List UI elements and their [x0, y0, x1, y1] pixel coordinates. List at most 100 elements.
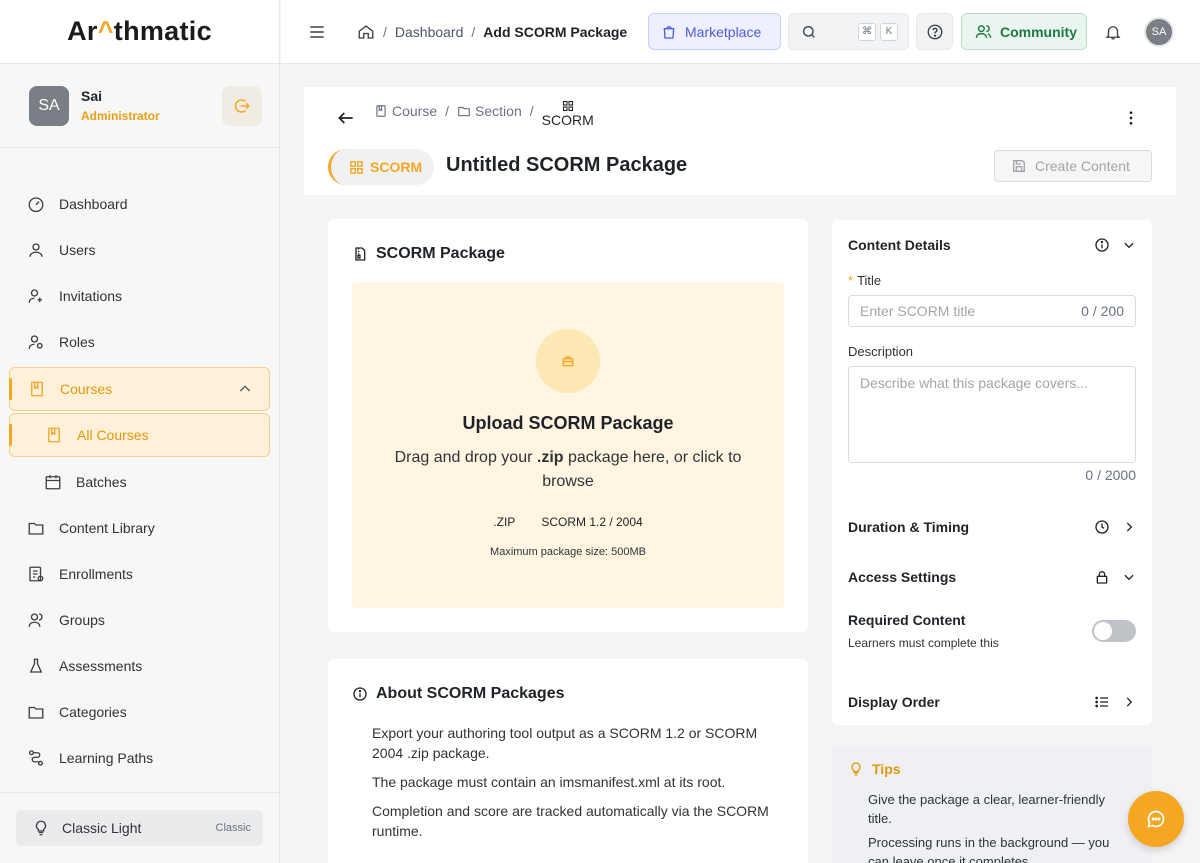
content-header: Course / Section / SCORM SCORM Untitled … [304, 87, 1176, 195]
content-breadcrumb: Course / Section / SCORM [374, 100, 594, 128]
duration-timing-title: Duration & Timing [848, 519, 970, 535]
search-button[interactable]: ⌘ K [788, 13, 909, 50]
about-card-title: About SCORM Packages [352, 685, 564, 703]
display-order-header[interactable]: Display Order [848, 691, 1136, 713]
book-icon [48, 427, 60, 443]
access-settings-header[interactable]: Access Settings [848, 566, 1136, 588]
sidebar-item-dashboard[interactable]: Dashboard [0, 181, 279, 227]
breadcrumb: / Dashboard / Add SCORM Package [357, 23, 627, 41]
sidebar-item-content-library[interactable]: Content Library [0, 505, 279, 551]
sidebar-nav: Dashboard Users Invitations Roles Course… [0, 181, 279, 781]
access-settings-title: Access Settings [848, 569, 957, 585]
back-arrow-icon[interactable] [336, 108, 356, 128]
marketplace-button[interactable]: Marketplace [648, 13, 781, 50]
sidebar-item-label: Content Library [59, 520, 155, 536]
theme-tag: Classic [215, 822, 251, 834]
description-char-count: 0 / 2000 [1085, 467, 1136, 483]
file-zip-icon [355, 247, 366, 261]
user-name: Sai [81, 88, 103, 104]
help-icon [927, 24, 942, 39]
upload-card-title-text: SCORM Package [376, 245, 505, 262]
search-icon [803, 25, 815, 38]
sidebar-item-users[interactable]: Users [0, 227, 279, 273]
sidebar-item-assessments[interactable]: Assessments [0, 643, 279, 689]
topbar: / Dashboard / Add SCORM Package Marketpl… [281, 0, 1200, 64]
sidebar-item-invitations[interactable]: Invitations [0, 273, 279, 319]
bell-icon[interactable] [1104, 23, 1122, 41]
flask-icon [29, 658, 43, 673]
sidebar-item-label: All Courses [77, 427, 149, 443]
lightbulb-icon [851, 762, 861, 776]
sidebar-item-courses[interactable]: Courses [9, 367, 270, 411]
list-item: Completion and score are tracked automat… [372, 803, 769, 839]
required-content-toggle[interactable] [1092, 620, 1136, 642]
theme-label: Classic Light [62, 820, 142, 836]
content-type-pill: SCORM [328, 149, 434, 185]
app-logo[interactable]: Ar ^ thmatic [0, 0, 279, 64]
chevron-right-icon [1126, 697, 1133, 707]
sidebar-item-label: Assessments [59, 658, 143, 674]
sidebar-item-categories[interactable]: Categories [0, 689, 279, 735]
sidebar-item-enrollments[interactable]: Enrollments [0, 551, 279, 597]
content-details-header[interactable]: Content Details [848, 234, 1136, 256]
more-options-icon[interactable] [1122, 109, 1140, 127]
theme-switcher[interactable]: Classic Light Classic [16, 810, 263, 846]
help-button[interactable] [916, 13, 953, 50]
invite-icon [28, 289, 42, 303]
sidebar-item-label: Users [59, 242, 96, 258]
user-info: Sai Administrator [81, 88, 222, 123]
sidebar-item-label: Categories [59, 704, 127, 720]
roles-icon [28, 335, 43, 349]
required-marker: * [848, 273, 854, 288]
about-list: Export your authoring tool output as a S… [372, 723, 792, 850]
enrollment-icon [29, 566, 44, 582]
calendar-icon [45, 475, 61, 490]
crumb-scorm: SCORM [542, 100, 594, 128]
sidebar-item-learning-paths[interactable]: Learning Paths [0, 735, 279, 781]
duration-timing-header[interactable]: Duration & Timing [848, 516, 1136, 538]
chat-fab-button[interactable] [1128, 791, 1184, 847]
list-item: Give the package a clear, learner-friend… [868, 792, 1106, 826]
sidebar-item-batches[interactable]: Batches [0, 459, 279, 505]
sidebar-item-roles[interactable]: Roles [0, 319, 279, 365]
tips-title: Tips [848, 761, 901, 777]
book-icon [376, 105, 386, 117]
crumb-section[interactable]: Section [457, 103, 522, 119]
required-content-hint: Learners must complete this [848, 636, 999, 650]
tips-title-text: Tips [872, 761, 901, 777]
logout-button[interactable] [222, 85, 262, 126]
chevron-down-icon [1124, 242, 1134, 249]
crumb-label: Course [392, 103, 438, 119]
avatar[interactable]: SA [29, 85, 69, 126]
sidebar-item-groups[interactable]: Groups [0, 597, 279, 643]
grid-icon [350, 160, 363, 174]
about-card: About SCORM Packages Export your authori… [328, 659, 808, 863]
upload-title: Upload SCORM Package [462, 413, 674, 433]
create-content-button[interactable]: Create Content [994, 150, 1152, 182]
supported-formats: .ZIP SCORM 1.2 / 2004 [352, 515, 784, 529]
crumb-label: SCORM [541, 112, 594, 128]
sidebar-item-label: Courses [60, 381, 113, 397]
section-header-icons [1094, 694, 1136, 710]
section-header-icons [1094, 519, 1136, 535]
description-textarea[interactable]: Describe what this package covers... [848, 366, 1136, 463]
sidebar: Ar ^ thmatic SA Sai Administrator Dashboar… [0, 0, 280, 863]
hamburger-menu-icon[interactable] [307, 22, 327, 42]
user-role: Administrator [81, 109, 160, 123]
upload-dropzone[interactable]: Upload SCORM Package Drag and drop your … [352, 282, 784, 608]
sidebar-item-label: Batches [76, 474, 127, 490]
sidebar-item-all-courses[interactable]: All Courses [9, 413, 270, 457]
home-icon[interactable] [357, 23, 375, 41]
lock-icon [1096, 571, 1108, 584]
package-icon [562, 356, 574, 367]
path-icon [28, 750, 44, 766]
crumb-course[interactable]: Course [374, 103, 437, 119]
breadcrumb-separator: / [529, 103, 534, 119]
breadcrumb-dashboard[interactable]: Dashboard [395, 24, 464, 40]
community-button[interactable]: Community [961, 13, 1087, 50]
section-header-icons [1094, 237, 1136, 253]
title-field-label: * Title [848, 273, 881, 288]
logo-text-end: thmatic [113, 16, 212, 46]
avatar[interactable]: SA [1144, 16, 1174, 47]
title-input[interactable]: Enter SCORM title 0 / 200 [848, 295, 1136, 327]
